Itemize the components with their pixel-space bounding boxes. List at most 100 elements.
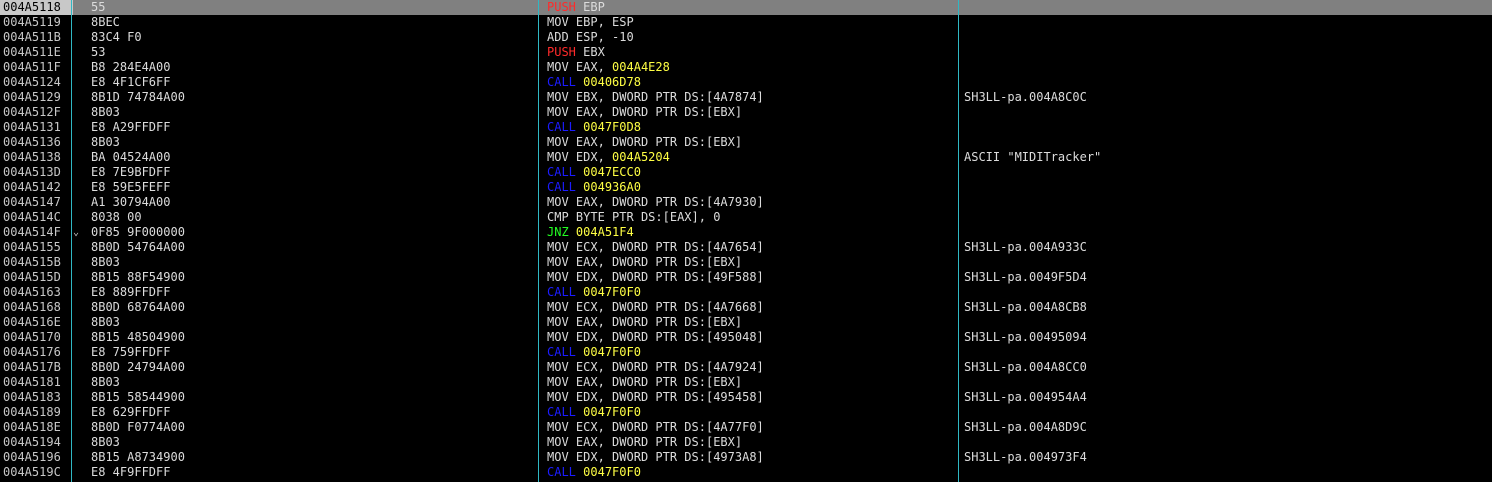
disasm-row[interactable]: 004A5163 E8 889FFDFF CALL 0047F0F0 [0,285,1492,300]
disasm-row[interactable]: 004A5138 BA 04524A00 MOV EDX, 004A5204 ASCI… [0,150,1492,165]
row-address: 004A519C [3,465,61,479]
instruction-mnemonic: MOV [547,105,569,119]
row-instruction: MOV EAX, DWORD PTR DS:[EBX] [547,435,957,450]
row-comment: SH3LL-pa.004A8CB8 [964,300,1087,314]
instruction-mnemonic: MOV [547,135,569,149]
row-hex-bytes: 0F85 9F000000 [91,225,185,239]
disasm-row[interactable]: 004A5183 8B15 58544900 MOV EDX, DWORD PTR … [0,390,1492,405]
instruction-mnemonic: CALL [547,465,576,479]
row-instruction: MOV EAX, DWORD PTR DS:[EBX] [547,135,957,150]
hex-column-separator[interactable] [538,0,539,482]
row-address: 004A5163 [3,285,61,299]
operand-address: 00406D78 [583,75,641,89]
row-hex-bytes: B8 284E4A00 [91,60,171,74]
instruction-operand: EAX, [575,60,613,74]
row-comment [964,0,1484,15]
row-address: 004A512F [3,105,61,119]
row-comment: SH3LL-pa.004954A4 [964,390,1087,404]
instruction-column-separator[interactable] [958,0,959,482]
instruction-operand: ECX, DWORD PTR DS:[4A77F0] [575,420,764,434]
instruction-operand: ECX, DWORD PTR DS:[4A7654] [575,240,764,254]
disasm-row[interactable]: 004A511B 83C4 F0 ADD ESP, -10 [0,30,1492,45]
disasm-row[interactable]: 004A518E 8B0D F0774A00 MOV ECX, DWORD PTR … [0,420,1492,435]
operand-address: 0047ECC0 [583,165,641,179]
row-instruction: MOV EBX, DWORD PTR DS:[4A7874] [547,90,957,105]
row-hex-bytes: 8B15 48504900 [91,330,185,344]
disasm-row[interactable]: 004A5170 8B15 48504900 MOV EDX, DWORD PTR … [0,330,1492,345]
row-address: 004A5129 [3,90,61,104]
row-comment [964,405,1484,420]
disasm-row[interactable]: 004A511F B8 284E4A00 MOV EAX, 004A4E28 [0,60,1492,75]
disasm-row[interactable]: 004A5131 E8 A29FFDFF CALL 0047F0D8 [0,120,1492,135]
disasm-row[interactable]: 004A5118 55 PUSH EBP [0,0,1492,15]
row-instruction: MOV EAX, DWORD PTR DS:[4A7930] [547,195,957,210]
row-comment [964,135,1484,150]
row-address: 004A511E [3,45,61,59]
disasm-row[interactable]: 004A517B 8B0D 24794A00 MOV ECX, DWORD PTR … [0,360,1492,375]
instruction-mnemonic: MOV [547,240,569,254]
row-instruction: CALL 00406D78 [547,75,957,90]
disasm-row[interactable]: 004A5168 8B0D 68764A00 MOV ECX, DWORD PTR … [0,300,1492,315]
row-instruction: MOV EDX, DWORD PTR DS:[495458] [547,390,957,405]
instruction-operand: EAX, DWORD PTR DS:[EBX] [575,315,743,329]
row-instruction: MOV EAX, DWORD PTR DS:[EBX] [547,315,957,330]
instruction-mnemonic: PUSH [547,0,576,14]
row-comment: SH3LL-pa.004973F4 [964,450,1087,464]
row-comment [964,210,1484,225]
disassembly-view[interactable]: 004A5118 55 PUSH EBP 004A5119 8BEC MOV EBP, E… [0,0,1492,482]
row-address: 004A5124 [3,75,61,89]
row-comment [964,180,1484,195]
disasm-row[interactable]: 004A5196 8B15 A8734900 MOV EDX, DWORD PTR … [0,450,1492,465]
row-instruction: MOV ECX, DWORD PTR DS:[4A77F0] [547,420,957,435]
disasm-row[interactable]: 004A5189 E8 629FFDFF CALL 0047F0F0 [0,405,1492,420]
row-comment: SH3LL-pa.00495094 [964,330,1087,344]
row-hex-bytes: E8 A29FFDFF [91,120,171,134]
disasm-row[interactable]: 004A514F ⌄ 0F85 9F000000 JNZ 004A51F4 [0,225,1492,240]
row-comment [964,165,1484,180]
row-hex-bytes: E8 759FFDFF [91,345,171,359]
disasm-row[interactable]: 004A513D E8 7E9BFDFF CALL 0047ECC0 [0,165,1492,180]
row-instruction: CALL 0047F0F0 [547,285,957,300]
address-column-separator[interactable] [71,0,72,482]
row-comment [964,30,1484,45]
instruction-mnemonic: ADD [547,30,569,44]
disasm-row[interactable]: 004A5129 8B1D 74784A00 MOV EBX, DWORD PTR … [0,90,1492,105]
row-address: 004A5170 [3,330,61,344]
jump-arrow-icon: ⌄ [73,227,80,238]
row-instruction: CALL 0047ECC0 [547,165,957,180]
instruction-operand: BYTE PTR DS:[EAX], 0 [575,210,721,224]
instruction-mnemonic: MOV [547,270,569,284]
row-address: 004A5196 [3,450,61,464]
disasm-row[interactable]: 004A5194 8B03 MOV EAX, DWORD PTR DS:[EBX] [0,435,1492,450]
disasm-row[interactable]: 004A5124 E8 4F1CF6FF CALL 00406D78 [0,75,1492,90]
instruction-operand: EDX, [575,150,613,164]
row-address: 004A517B [3,360,61,374]
disasm-row[interactable]: 004A5176 E8 759FFDFF CALL 0047F0F0 [0,345,1492,360]
disasm-row[interactable]: 004A5136 8B03 MOV EAX, DWORD PTR DS:[EBX] [0,135,1492,150]
disasm-row[interactable]: 004A512F 8B03 MOV EAX, DWORD PTR DS:[EBX] [0,105,1492,120]
disasm-row[interactable]: 004A511E 53 PUSH EBX [0,45,1492,60]
disasm-row[interactable]: 004A5119 8BEC MOV EBP, ESP [0,15,1492,30]
row-address: 004A5142 [3,180,61,194]
disasm-row[interactable]: 004A515B 8B03 MOV EAX, DWORD PTR DS:[EBX] [0,255,1492,270]
disasm-row[interactable]: 004A5142 E8 59E5FEFF CALL 004936A0 [0,180,1492,195]
row-hex-bytes: E8 4F1CF6FF [91,75,171,89]
instruction-mnemonic: MOV [547,435,569,449]
disasm-row[interactable]: 004A5147 A1 30794A00 MOV EAX, DWORD PTR DS… [0,195,1492,210]
row-instruction: ADD ESP, -10 [547,30,957,45]
row-address: 004A5138 [3,150,61,164]
operand-address: 0047F0F0 [583,285,641,299]
row-comment [964,195,1484,210]
row-address: 004A514F [3,225,61,239]
disasm-row[interactable]: 004A514C 8038 00 CMP BYTE PTR DS:[EAX], 0 [0,210,1492,225]
disasm-row[interactable]: 004A516E 8B03 MOV EAX, DWORD PTR DS:[EBX] [0,315,1492,330]
row-hex-bytes: 8B0D 68764A00 [91,300,185,314]
row-comment: SH3LL-pa.004A933C [964,240,1087,254]
row-hex-bytes: 8B03 [91,135,120,149]
disasm-row[interactable]: 004A519C E8 4F9FFDFF CALL 0047F0F0 [0,465,1492,480]
row-instruction: CALL 004936A0 [547,180,957,195]
disasm-row[interactable]: 004A5155 8B0D 54764A00 MOV ECX, DWORD PTR … [0,240,1492,255]
disasm-row[interactable]: 004A515D 8B15 88F54900 MOV EDX, DWORD PTR … [0,270,1492,285]
row-hex-bytes: E8 889FFDFF [91,285,171,299]
disasm-row[interactable]: 004A5181 8B03 MOV EAX, DWORD PTR DS:[EBX] [0,375,1492,390]
